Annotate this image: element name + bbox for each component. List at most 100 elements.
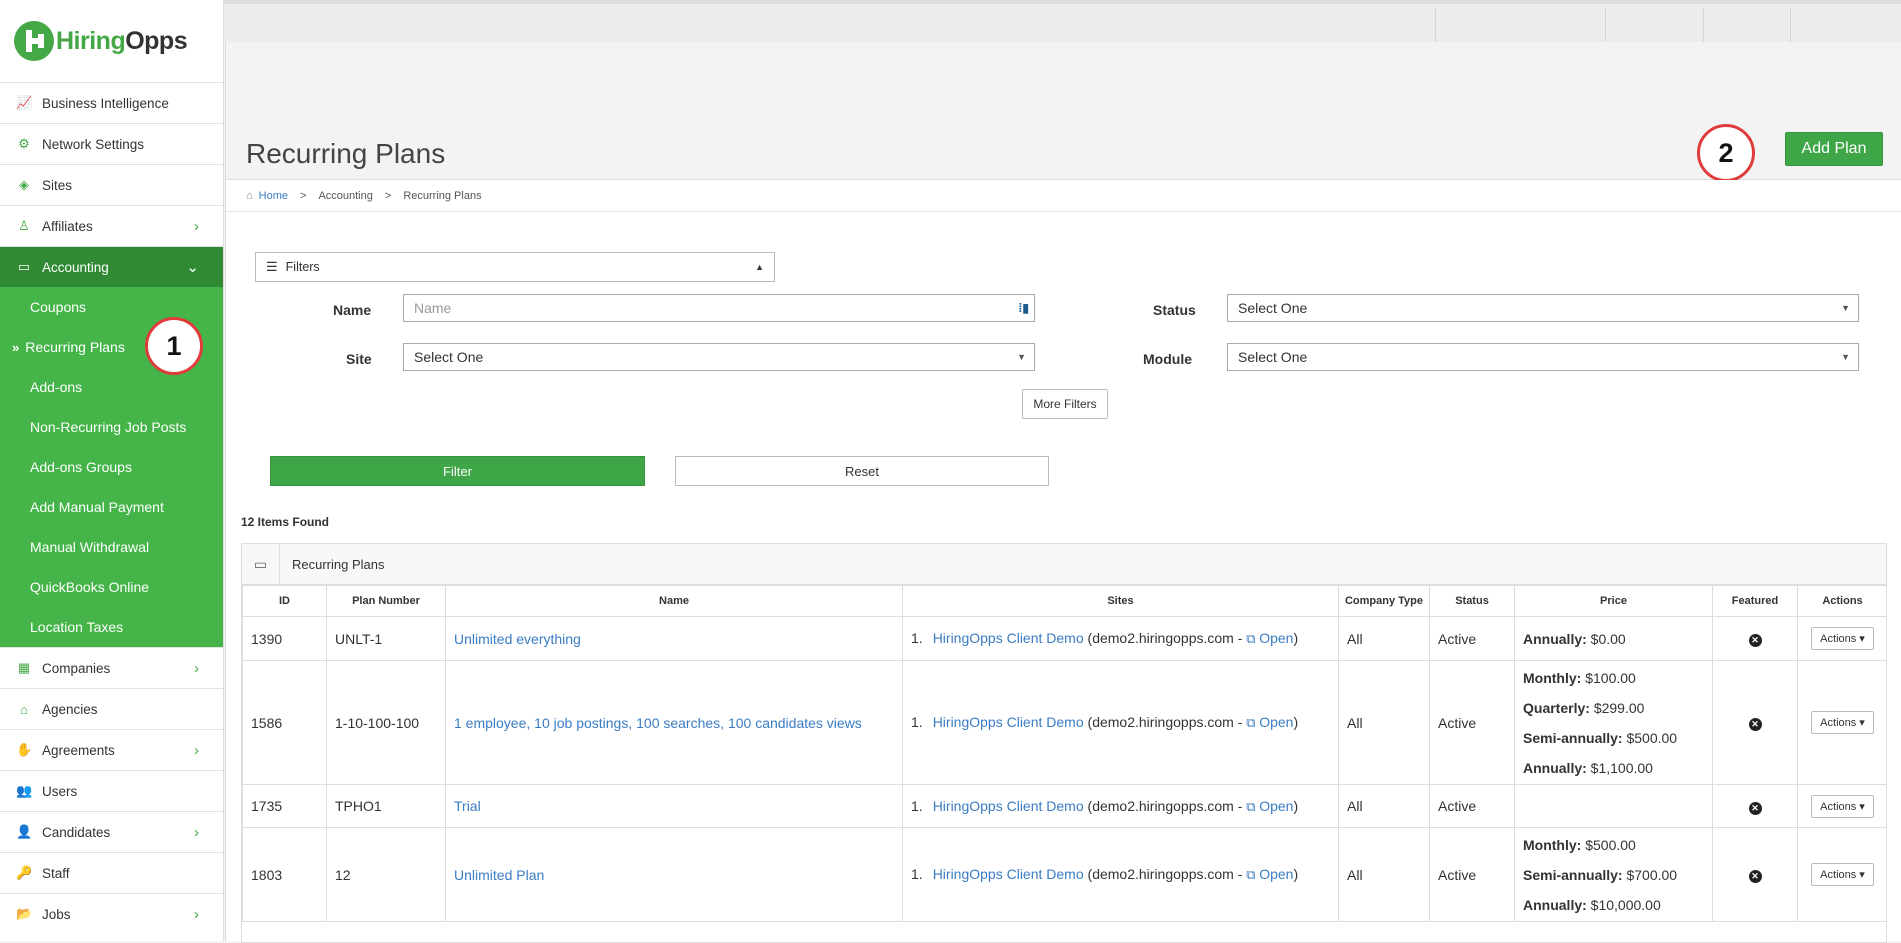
more-filters-button[interactable]: More Filters <box>1022 389 1108 419</box>
chevron-right-icon: › <box>194 905 199 923</box>
filters-toggle[interactable]: ☰ Filters ▲ <box>255 252 775 282</box>
cell-actions: Actions ▾ <box>1797 660 1886 785</box>
network-icon: ⚙ <box>18 136 30 151</box>
actions-dropdown-button[interactable]: Actions ▾ <box>1811 794 1874 818</box>
sidebar-item-accounting[interactable]: ▭ Accounting ⌄ <box>0 246 223 287</box>
breadcrumb-home-link[interactable]: Home <box>259 190 288 202</box>
submenu-item-label: Add Manual Payment <box>30 499 164 515</box>
cell-company-type: All <box>1338 827 1430 922</box>
site-select[interactable]: Select One ▼ <box>403 343 1035 371</box>
breadcrumb-current: Recurring Plans <box>403 189 482 202</box>
submenu-item-non-recurring-job-posts[interactable]: Non-Recurring Job Posts <box>0 407 223 447</box>
recurring-plans-panel: ▭ Recurring Plans ID Plan Number Name Sites… <box>241 543 1887 943</box>
cell-id-text: 1586 <box>251 714 283 731</box>
sidebar-item-business-intelligence[interactable]: 📈 Business Intelligence <box>0 82 223 123</box>
site-link[interactable]: HiringOpps Client Demo <box>933 866 1084 882</box>
cell-sites: 1. HiringOpps Client Demo (demo2.hiringop… <box>902 827 1339 922</box>
top-bar <box>0 0 1901 46</box>
breadcrumb-separator: > <box>384 189 392 202</box>
bank-icon: ⌂ <box>20 701 28 717</box>
site-domain-close: ) <box>1293 866 1299 882</box>
cell-price <box>1514 784 1713 828</box>
add-plan-button[interactable]: Add Plan <box>1785 132 1883 166</box>
site-link[interactable]: HiringOpps Client Demo <box>933 714 1084 730</box>
app-logo[interactable]: HiringOpps <box>0 0 223 82</box>
building-icon: ▦ <box>17 660 31 675</box>
open-site-link[interactable]: ⧉ Open <box>1246 798 1293 814</box>
cell-id: 1586 <box>242 660 327 785</box>
reset-button[interactable]: Reset <box>675 456 1049 486</box>
open-link-label: Open <box>1259 714 1294 730</box>
main-content: Recurring Plans Add Plan 2 ⌂ Home > Acco… <box>225 42 1901 943</box>
submenu-item-add-ons[interactable]: Add-ons <box>0 367 223 407</box>
cell-status: Active <box>1429 827 1515 922</box>
sidebar-item-agreements[interactable]: ✋ Agreements › <box>0 729 223 770</box>
column-header-price: Price <box>1514 585 1713 617</box>
site-select-value: Select One <box>414 349 484 365</box>
sidebar-item-label: Agreements <box>42 742 115 758</box>
sidebar-item-sites[interactable]: ◈ Sites <box>0 164 223 205</box>
cell-plan-name-text[interactable]: Unlimited everything <box>454 631 581 647</box>
sidebar-item-label: Network Settings <box>42 136 145 152</box>
filter-button[interactable]: Filter <box>270 456 645 486</box>
name-filter-label: Name <box>333 302 372 318</box>
cell-plan-name-text[interactable]: Unlimited Plan <box>454 867 544 883</box>
submenu-item-add-ons-groups[interactable]: Add-ons Groups <box>0 447 223 487</box>
sidebar-item-agencies[interactable]: ⌂ Agencies <box>0 688 223 729</box>
sidebar-item-network-settings[interactable]: ⚙ Network Settings <box>0 123 223 164</box>
breadcrumb-accounting-link[interactable]: Accounting <box>318 190 372 202</box>
sidebar-item-affiliates[interactable]: ♙ Affiliates › <box>0 205 223 246</box>
top-bar-divider <box>1703 8 1704 46</box>
logo-icon <box>14 21 54 61</box>
cell-plan-name-text[interactable]: Trial <box>454 798 481 814</box>
open-site-link[interactable]: ⧉ Open <box>1246 714 1293 730</box>
actions-dropdown-button[interactable]: Actions ▾ <box>1811 627 1874 650</box>
module-select[interactable]: Select One ▼ <box>1227 343 1859 371</box>
items-found-count: 12 Items Found <box>241 515 330 529</box>
external-link-icon: ⧉ <box>1246 715 1260 730</box>
cell-plan-name: 1 employee, 10 job postings, 100 searche… <box>445 660 903 785</box>
price-period: Annually: <box>1523 896 1587 913</box>
open-site-link[interactable]: ⧉ Open <box>1246 866 1293 882</box>
submenu-item-quickbooks-online[interactable]: QuickBooks Online <box>0 567 223 607</box>
cell-company-type-text: All <box>1347 630 1363 647</box>
cube-icon: ◈ <box>19 177 29 192</box>
cell-plan-number-text: 12 <box>335 866 351 883</box>
site-filter-label: Site <box>346 351 372 367</box>
open-site-link[interactable]: ⧉ Open <box>1246 630 1293 646</box>
column-header-featured: Featured <box>1712 585 1798 617</box>
actions-dropdown-button[interactable]: Actions ▾ <box>1811 863 1874 886</box>
sidebar-item-companies[interactable]: ▦ Companies › <box>0 647 223 688</box>
external-link-icon: ⧉ <box>1246 798 1260 814</box>
cell-company-type: All <box>1338 660 1430 785</box>
actions-dropdown-button[interactable]: Actions ▾ <box>1811 711 1874 734</box>
site-link[interactable]: HiringOpps Client Demo <box>933 798 1084 814</box>
submenu-item-location-taxes[interactable]: Location Taxes <box>0 607 223 647</box>
submenu-item-add-manual-payment[interactable]: Add Manual Payment <box>0 487 223 527</box>
status-select[interactable]: Select One ▼ <box>1227 294 1859 322</box>
cell-id: 1390 <box>242 616 327 661</box>
cell-status-text: Active <box>1438 630 1477 647</box>
sidebar-item-candidates[interactable]: 👤 Candidates › <box>0 811 223 852</box>
price-line: Semi-annually: $500.00 <box>1523 723 1704 753</box>
site-link[interactable]: HiringOpps Client Demo <box>933 630 1084 646</box>
cell-plan-number: UNLT-1 <box>326 616 446 661</box>
sidebar-item-users[interactable]: 👥 Users <box>0 770 223 811</box>
top-bar-divider <box>1790 8 1791 46</box>
chevron-right-icon: › <box>194 823 199 841</box>
cell-plan-name-text[interactable]: 1 employee, 10 job postings, 100 searche… <box>454 715 862 731</box>
site-domain-close: ) <box>1293 797 1299 814</box>
submenu-item-label: Recurring Plans <box>25 339 125 355</box>
not-featured-x-icon: ✕ <box>1748 870 1762 883</box>
top-bar-divider <box>1605 8 1606 46</box>
chevron-right-icon: › <box>194 217 199 235</box>
sidebar-item-staff[interactable]: 🔑 Staff <box>0 852 223 893</box>
site-index: 1. <box>911 797 923 814</box>
sidebar-item-jobs[interactable]: 📂 Jobs › <box>0 893 223 934</box>
submenu-item-manual-withdrawal[interactable]: Manual Withdrawal <box>0 527 223 567</box>
price-period: Annually: <box>1523 759 1587 776</box>
price-amount: $1,100.00 <box>1590 759 1653 776</box>
handshake-icon: ✋ <box>16 742 33 757</box>
site-index: 1. <box>911 714 923 730</box>
name-input[interactable]: Name ⁞▮ <box>403 294 1035 322</box>
